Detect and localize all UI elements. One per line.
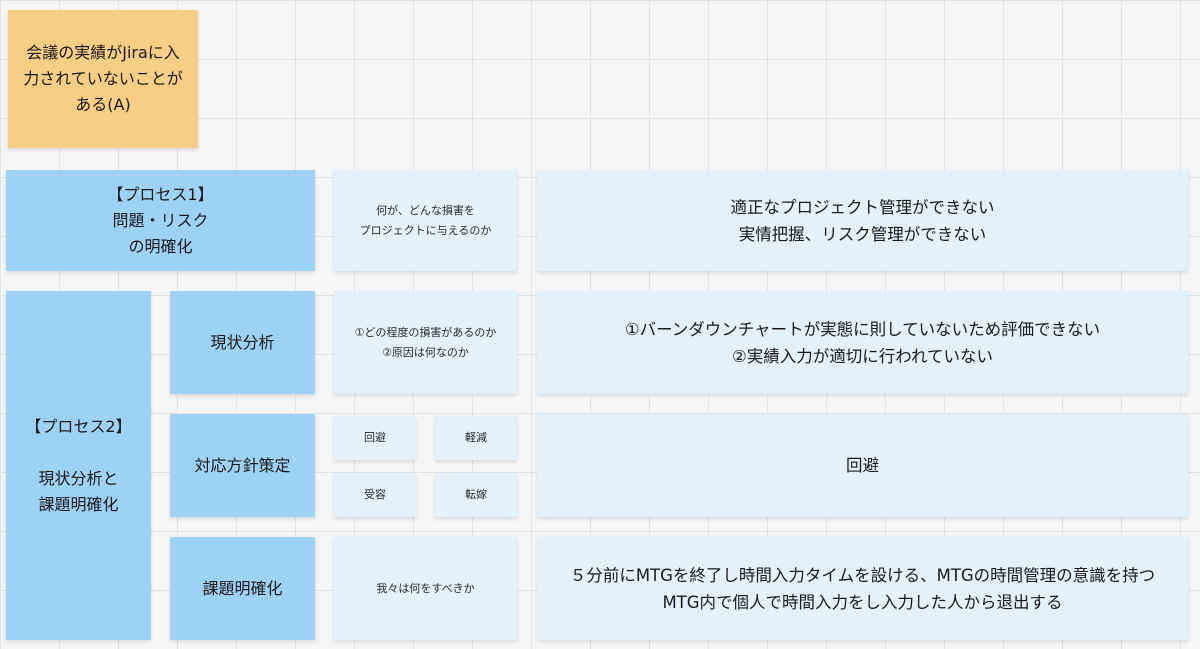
process2-title-note[interactable]: 【プロセス2】 現状分析と 課題明確化: [6, 291, 151, 640]
current-analysis-label-note[interactable]: 現状分析: [170, 291, 315, 394]
process1-title-note[interactable]: 【プロセス1】 問題・リスク の明確化: [6, 170, 315, 271]
response-policy-answer-note[interactable]: 回避: [537, 414, 1188, 517]
issue-clarification-question-note[interactable]: 我々は何をすべきか: [334, 537, 517, 640]
option-accept-note[interactable]: 受容: [334, 473, 416, 517]
option-mitigate-note[interactable]: 軽減: [435, 416, 517, 460]
option-avoid-note[interactable]: 回避: [334, 416, 416, 460]
current-analysis-question-note[interactable]: ①どの程度の損害があるのか ②原因は何なのか: [334, 291, 517, 394]
option-transfer-note[interactable]: 転嫁: [435, 473, 517, 517]
issue-clarification-label-note[interactable]: 課題明確化: [170, 537, 315, 640]
current-analysis-answer-note[interactable]: ①バーンダウンチャートが実態に則していないため評価できない ②実績入力が適切に行…: [537, 291, 1188, 394]
issue-clarification-answer-note[interactable]: ５分前にMTGを終了し時間入力タイムを設ける、MTGの時間管理の意識を持つ MT…: [537, 537, 1188, 640]
response-policy-label-note[interactable]: 対応方針策定: [170, 414, 315, 517]
process1-question-note[interactable]: 何が、どんな損害を プロジェクトに与えるのか: [334, 170, 517, 271]
process1-answer-note[interactable]: 適正なプロジェクト管理ができない 実情把握、リスク管理ができない: [537, 170, 1188, 271]
issue-sticky-note[interactable]: 会議の実績がJiraに入 力されていないことが ある(A): [8, 10, 198, 148]
